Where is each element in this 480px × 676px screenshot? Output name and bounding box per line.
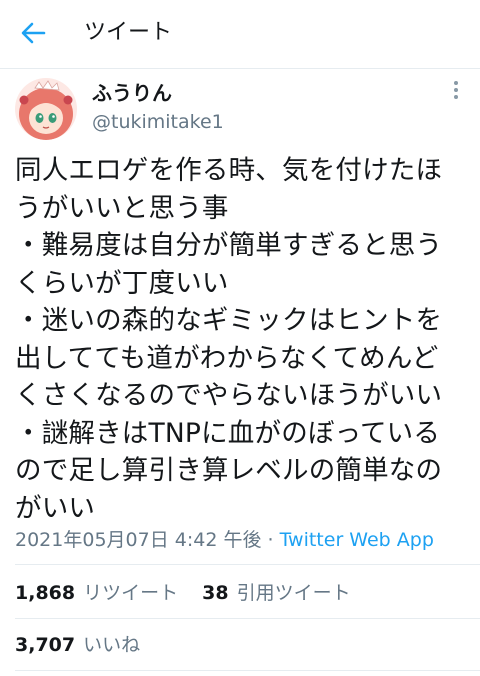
top-bar: ツイート [0,0,480,69]
author-handle[interactable]: @tukimitake1 [92,109,224,135]
likes-count: 3,707 [15,634,76,656]
tweet-text-line: ので足し算引き算レベルの簡単なの [15,455,443,486]
tweet-text: 同人エロゲを作る時、気を付けたほ うがいいと思う事 ・難易度は自分が簡単すぎると… [15,152,475,527]
more-options-icon[interactable] [446,78,466,102]
tweet-meta: 2021年05月07日 4:42 午後 · Twitter Web App [15,527,434,553]
tweet-source-link[interactable]: Twitter Web App [280,529,434,551]
avatar[interactable] [15,78,77,140]
tweet-text-line: ・難易度は自分が簡単すぎると思う [15,230,443,261]
quotes-count: 38 [202,582,229,604]
divider [15,670,480,671]
tweet-text-line: ・迷いの森的なギミックはヒントを [15,305,443,336]
tweet-timestamp[interactable]: 2021年05月07日 4:42 午後 [15,529,261,551]
retweets-count: 1,868 [15,582,76,604]
tweet-text-line: くらいが丁度いい [15,267,229,299]
quotes-label: 引用ツイート [236,582,351,604]
like-stats: 3,707 いいね [15,632,158,658]
meta-separator: · [261,529,280,551]
tweet-text-line: 出してても道がわからなくてめんど [15,342,439,374]
author-name[interactable]: ふうりん [92,80,172,106]
likes-link[interactable]: 3,707 いいね [15,634,140,656]
likes-label: いいね [83,634,141,656]
tweet-text-line: 同人エロゲを作る時、気を付けたほ [15,155,443,186]
tweet-text-line: うがいいと思う事 [15,192,229,224]
retweets-label: リツイート [83,582,179,604]
quotes-link[interactable]: 38 引用ツイート [202,582,350,604]
divider [15,564,480,565]
retweet-stats: 1,868 リツイート 38 引用ツイート [15,580,369,606]
retweets-link[interactable]: 1,868 リツイート [15,582,178,604]
tweet-text-line: がいい [15,492,96,524]
tweet-text-line: くさくなるのでやらないほうがいい [15,380,443,411]
back-arrow-icon[interactable] [18,18,48,48]
tweet-text-line: ・謎解きはTNPに血がのぼっている [15,417,441,449]
divider [15,618,480,619]
page-title: ツイート [84,20,173,45]
